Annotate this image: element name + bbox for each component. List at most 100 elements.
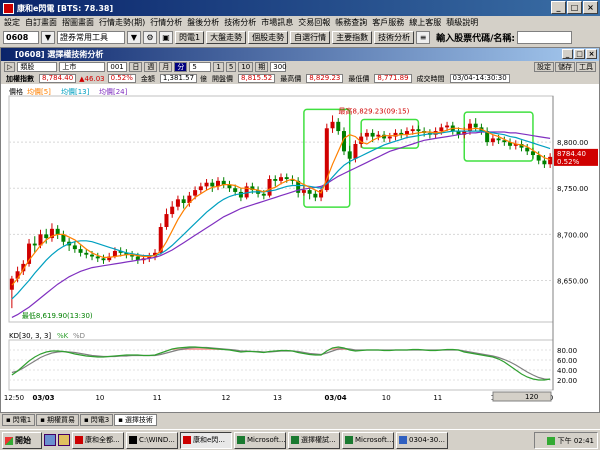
code-select[interactable]: 001 [107, 62, 128, 72]
bottom-tab-flash3[interactable]: ▪ 閃電3 [79, 414, 114, 426]
app-task-icon [75, 436, 83, 444]
exchange-select[interactable]: 上市 [59, 62, 106, 72]
candle-body [416, 129, 421, 132]
candle-body [313, 193, 318, 198]
market-select[interactable]: 類股 [17, 62, 58, 72]
tool-icon[interactable]: ⚙ [143, 30, 157, 44]
start-button[interactable]: 開始 [2, 431, 42, 449]
minute-select[interactable]: 5 [189, 62, 212, 72]
toolbar-button-watchlist[interactable]: 自選行情 [290, 30, 331, 44]
dropdown-arrow-icon[interactable]: ▼ [127, 30, 141, 44]
menu-item[interactable]: 自訂畫面 [25, 17, 57, 28]
minute-button-10[interactable]: 10 [238, 62, 254, 72]
excel-task-icon [345, 436, 353, 444]
save-button[interactable]: 儲存 [555, 62, 575, 72]
menu-item[interactable]: 積級說明 [446, 17, 478, 28]
candle-body [542, 160, 547, 165]
candle-body [101, 258, 106, 261]
tool-select[interactable]: 證券常用工具 [57, 30, 125, 44]
tab-label: 閃電1 [12, 416, 32, 424]
window-controls: _ □ × [551, 1, 598, 14]
menu-item[interactable]: 盤後分析 [187, 17, 219, 28]
low-label: 最低價 [348, 74, 370, 83]
screen-icon[interactable]: ▣ [159, 30, 173, 44]
toolbar-button-stock-trend[interactable]: 個股走勢 [248, 30, 289, 44]
windows-taskbar: 開始 康和全都... C:\WIND... 康和e閃... Microsoft.… [0, 429, 600, 450]
minute-button-1[interactable]: 1 [213, 62, 224, 72]
chart-close-button[interactable]: × [586, 49, 597, 59]
candle-body [204, 182, 209, 187]
candle-body [548, 156, 553, 165]
x-tick-label: 10 [95, 394, 104, 402]
open-label: 開盤價 [212, 74, 234, 83]
period-button-week[interactable]: 週 [144, 62, 158, 72]
window-titlebar: 康和e閃電 [BTS: 78.38] _ □ × [0, 0, 600, 16]
quicklaunch-folder-icon[interactable] [58, 434, 70, 446]
task-button[interactable]: Microsoft... [234, 431, 286, 449]
code-input[interactable]: 0608 [3, 30, 39, 44]
time-label: 成交時間 [416, 74, 445, 83]
candle-body [273, 179, 278, 181]
menu-item[interactable]: 設定 [4, 17, 20, 28]
candle-body [181, 199, 186, 204]
x-tick-label: 12:50 [4, 394, 24, 402]
toolbar-button-flash1[interactable]: 閃電1 [175, 30, 205, 44]
task-button[interactable]: Microsoft... [342, 431, 394, 449]
task-button-active[interactable]: 康和e閃... [180, 431, 232, 449]
menu-item[interactable]: 行情走勢(期) [99, 17, 145, 28]
candle-body [170, 206, 175, 215]
menu-item[interactable]: 市場訊息 [261, 17, 293, 28]
tab-icon: ▪ [6, 416, 11, 424]
menu-item[interactable]: 技術分析 [224, 17, 256, 28]
candle-body [55, 228, 60, 235]
menu-item[interactable]: 行情分析 [150, 17, 182, 28]
price-tick-label: 8,650.00 [557, 277, 588, 285]
low-value: 8,771.89 [374, 74, 412, 83]
minute-button-5[interactable]: 5 [225, 62, 237, 72]
task-button[interactable]: 選擇權試... [288, 431, 340, 449]
bottom-tab-options[interactable]: ▪ 期權買易 [36, 414, 79, 426]
minimize-button[interactable]: _ [551, 1, 566, 14]
menu-item[interactable]: 線上客服 [409, 17, 441, 28]
app-task-icon [183, 436, 191, 444]
play-icon[interactable]: ▷ [4, 62, 16, 72]
menu-icon[interactable]: ≡ [416, 30, 431, 44]
menu-item[interactable]: 客戶服務 [372, 17, 404, 28]
task-label: Microsoft... [247, 435, 286, 444]
chart-maximize-button[interactable]: □ [574, 49, 585, 59]
dropdown-arrow-icon[interactable]: ▼ [41, 30, 55, 44]
menu-item[interactable]: 摺圖畫面 [62, 17, 94, 28]
task-button[interactable]: 康和全都... [72, 431, 124, 449]
lookup-input[interactable] [516, 30, 572, 44]
task-button[interactable]: C:\WIND... [126, 431, 178, 449]
toolbar-button-market-trend[interactable]: 大盤走勢 [206, 30, 247, 44]
task-button[interactable]: 0304-30... [396, 431, 448, 449]
candle-body [410, 129, 415, 132]
minute-button-period[interactable]: 期 [255, 62, 269, 72]
menu-item[interactable]: 交易回報 [298, 17, 330, 28]
maximize-button[interactable]: □ [567, 1, 582, 14]
x-tick-label: 12 [221, 394, 230, 402]
quicklaunch-ie-icon[interactable] [44, 434, 56, 446]
candle-body [439, 127, 444, 132]
period-button-minute[interactable]: 分 [174, 62, 188, 72]
tab-label: 選擇技術 [124, 416, 153, 424]
chart-minimize-button[interactable]: _ [562, 49, 573, 59]
menu-item[interactable]: 帳務查詢 [335, 17, 367, 28]
settings-button[interactable]: 設定 [534, 62, 554, 72]
bottom-tab-flash1[interactable]: ▪ 閃電1 [2, 414, 36, 426]
period-button-month[interactable]: 月 [159, 62, 173, 72]
bottom-tab-options-tech[interactable]: ▪ 選擇技術 [114, 414, 157, 426]
price-chart[interactable]: 8,650.00 8,700.00 8,750.00 8,800.00 20.00 40.… [1, 84, 599, 410]
legend-ma13: 均價[13] [61, 87, 90, 96]
count-input[interactable]: 300 [270, 62, 287, 72]
close-button[interactable]: × [583, 1, 598, 14]
price-tick-label: 8,700.00 [557, 231, 588, 239]
candle-body [95, 256, 100, 259]
candle-body [44, 234, 49, 239]
toolbar-button-technical[interactable]: 技術分析 [374, 30, 415, 44]
candle-body [473, 123, 478, 128]
tools-button[interactable]: 工具 [576, 62, 596, 72]
toolbar-button-indices[interactable]: 主要指數 [332, 30, 373, 44]
period-button-day[interactable]: 日 [129, 62, 143, 72]
